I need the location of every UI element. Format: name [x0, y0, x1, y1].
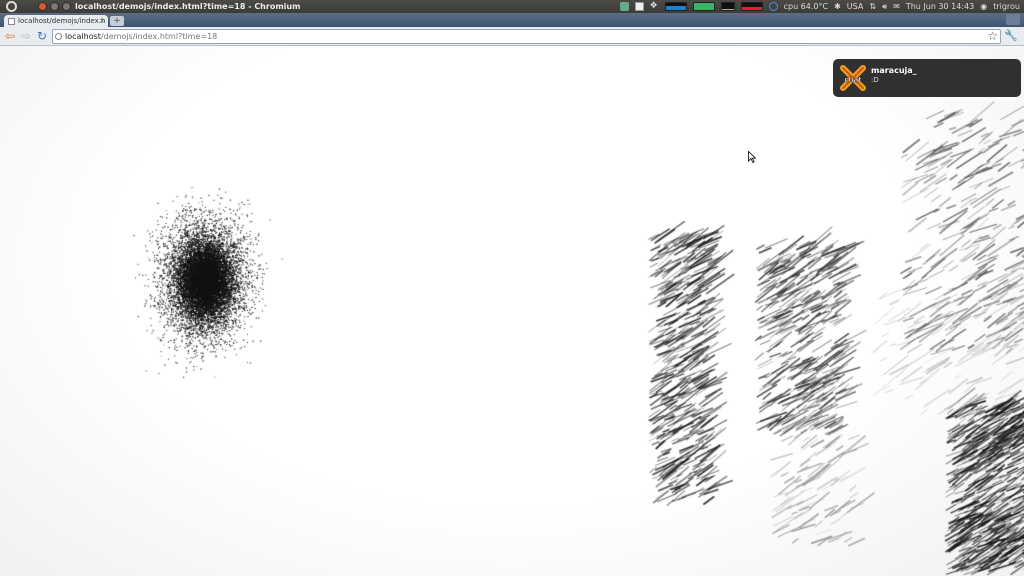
- top-panel: localhost/demojs/index.html?time=18 - Ch…: [0, 0, 1024, 13]
- tab-strip: localhost/demojs/index.h × +: [0, 13, 1024, 27]
- window-title: localhost/demojs/index.html?time=18 - Ch…: [75, 2, 301, 11]
- notification-title: maracuja_: [871, 66, 917, 75]
- reload-button[interactable]: ↻: [35, 29, 49, 43]
- user-icon[interactable]: ◉: [980, 0, 987, 13]
- window-maximize-button[interactable]: [62, 2, 71, 11]
- dropbox-icon[interactable]: ❖: [650, 2, 659, 11]
- checkbox-icon[interactable]: [634, 2, 644, 11]
- sensor-icon[interactable]: [768, 2, 778, 11]
- svg-text:chat: chat: [844, 76, 862, 84]
- username[interactable]: trigrou: [993, 0, 1020, 13]
- back-button[interactable]: ⇦: [3, 29, 17, 43]
- window-close-button[interactable]: [38, 2, 47, 11]
- url-path: /demojs/index.html?time=18: [100, 32, 218, 41]
- tab-close-button[interactable]: ×: [99, 15, 105, 27]
- datetime[interactable]: Thu Jun 30 14:43: [906, 0, 974, 13]
- cpu-graph[interactable]: [664, 2, 687, 11]
- indicator-area: ❖ cpu 64.0°C ✱ USA ⇅ 🔊︎ ✉ Thu Jun 30 14:…: [619, 0, 1020, 13]
- notification-bubble: chat maracuja_ :D: [833, 59, 1021, 97]
- particle-canvas[interactable]: [0, 46, 1024, 576]
- url-host: localhost: [65, 32, 101, 41]
- bluetooth-icon[interactable]: ✱: [834, 0, 841, 13]
- keyboard-layout[interactable]: USA: [847, 0, 864, 13]
- address-bar[interactable]: localhost/demojs/index.html?time=18: [52, 29, 1001, 44]
- mail-icon[interactable]: ✉: [893, 0, 900, 13]
- swap-graph[interactable]: [720, 2, 735, 11]
- page-content[interactable]: [0, 46, 1024, 576]
- volume-icon[interactable]: 🔊︎: [882, 0, 887, 13]
- network-updown-icon[interactable]: ⇅: [869, 0, 876, 13]
- mouse-cursor-icon: [748, 151, 756, 163]
- netload-graph[interactable]: [740, 2, 763, 11]
- profile-corner-icon: [1006, 14, 1020, 25]
- tab-active[interactable]: localhost/demojs/index.h ×: [4, 15, 108, 27]
- new-tab-button[interactable]: +: [110, 16, 124, 26]
- memory-graph[interactable]: [692, 2, 715, 11]
- notification-body: :D: [871, 76, 879, 84]
- browser-toolbar: ⇦ ⇨ ↻ localhost/demojs/index.html?time=1…: [0, 27, 1024, 46]
- window-minimize-button[interactable]: [50, 2, 59, 11]
- page-info-icon[interactable]: [55, 33, 62, 40]
- page-favicon-icon: [8, 18, 15, 25]
- cpu-temperature[interactable]: cpu 64.0°C: [784, 0, 829, 13]
- window-controls: [38, 2, 71, 11]
- forward-button[interactable]: ⇨: [19, 29, 33, 43]
- network-icon[interactable]: [619, 2, 629, 11]
- bookmark-star-icon[interactable]: ☆: [987, 29, 998, 43]
- ubuntu-logo-icon[interactable]: [6, 1, 17, 12]
- wrench-menu-icon[interactable]: 🔧: [1004, 29, 1018, 43]
- tab-title: localhost/demojs/index.h: [18, 17, 106, 25]
- xchat-icon: chat: [840, 65, 866, 91]
